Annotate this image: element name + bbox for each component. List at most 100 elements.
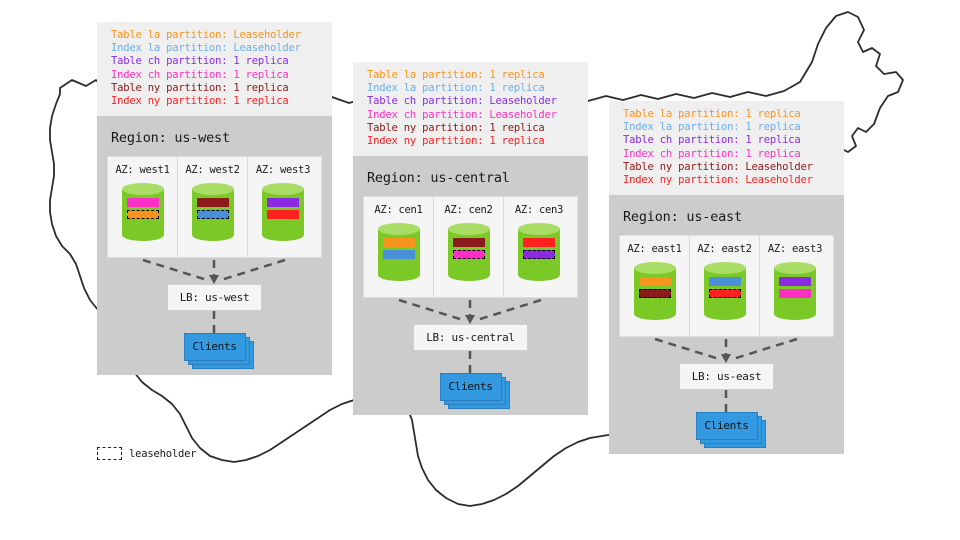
clients-label-us-central[interactable]: Clients	[439, 373, 502, 402]
replica-bar	[638, 277, 671, 287]
lb-wrap-us-central: LB: us-central	[363, 324, 578, 352]
diagram-canvas: Table la partition: Leaseholder Index la…	[0, 0, 960, 540]
clients-stack-us-west[interactable]: Clients	[183, 333, 254, 370]
region-panel-us-west: Region: us-west AZ: west1 AZ: west2 AZ: …	[97, 116, 332, 376]
lb-to-clients-connector-us-east	[724, 390, 728, 413]
database-cylinder-cen1[interactable]	[377, 223, 420, 282]
info-line-table-ch: Table ch partition: 1 replica	[623, 134, 801, 147]
clients-stack-us-east[interactable]: Clients	[695, 412, 766, 449]
cylinder-top	[447, 223, 490, 236]
replica-bar	[779, 289, 811, 299]
az-label-east3: AZ: east3	[767, 243, 823, 256]
replica-bars-cen3	[523, 238, 555, 262]
az-row-us-central: AZ: cen1 AZ: cen2 AZ: cen3	[363, 196, 578, 299]
replica-bars-west1	[126, 198, 159, 222]
load-balancer-us-central[interactable]: LB: us-central	[413, 324, 528, 352]
az-cell-west2[interactable]: AZ: west2	[178, 157, 248, 258]
cylinder-top	[377, 223, 420, 236]
cylinder-top	[703, 262, 746, 275]
az-label-cen2: AZ: cen2	[444, 204, 493, 217]
clients-label-us-west[interactable]: Clients	[183, 333, 246, 362]
replica-bar-leaseholder	[523, 250, 555, 260]
az-label-cen3: AZ: cen3	[514, 204, 564, 217]
region-panel-us-central: Region: us-central AZ: cen1 AZ: cen2 AZ:…	[353, 156, 588, 416]
legend-label: leaseholder	[129, 447, 197, 460]
database-cylinder-west1[interactable]	[121, 183, 164, 242]
info-line-table-ch: Table ch partition: Leaseholder	[367, 95, 557, 108]
az-label-east2: AZ: east2	[697, 243, 752, 256]
replica-bar-leaseholder	[638, 289, 671, 299]
info-line-table-la: Table la partition: 1 replica	[367, 69, 545, 81]
database-cylinder-cen3[interactable]	[518, 223, 560, 282]
lb-to-clients-connector-us-central	[468, 351, 472, 374]
dashed-rect-icon	[97, 447, 122, 460]
database-cylinder-east3[interactable]	[774, 262, 816, 321]
database-cylinder-east2[interactable]	[703, 262, 746, 321]
partition-info-panel-us-west: Table la partition: Leaseholder Index la…	[97, 22, 332, 117]
replica-bar-leaseholder	[452, 250, 485, 260]
replica-bar	[523, 238, 555, 248]
info-line-index-ch: Index ch partition: Leaseholder	[367, 108, 557, 121]
database-cylinder-cen2[interactable]	[447, 223, 490, 282]
az-to-lb-connectors-us-east	[654, 338, 798, 364]
info-line-table-ny: Table ny partition: Leaseholder	[623, 160, 813, 173]
info-line-index-la: Index la partition: Leaseholder	[111, 42, 301, 55]
lb-wrap-us-east: LB: us-east	[619, 363, 834, 391]
replica-bars-cen2	[452, 238, 485, 262]
replica-bar	[779, 277, 811, 287]
info-line-index-ny: Index ny partition: 1 replica	[367, 135, 545, 148]
az-cell-cen1[interactable]: AZ: cen1	[364, 197, 434, 298]
load-balancer-us-east[interactable]: LB: us-east	[678, 363, 775, 391]
region-title-us-central: Region: us-central	[367, 170, 510, 187]
replica-bar	[382, 250, 415, 260]
info-line-index-ch: Index ch partition: 1 replica	[623, 147, 801, 160]
database-cylinder-east1[interactable]	[633, 262, 676, 321]
az-label-cen1: AZ: cen1	[374, 204, 423, 217]
az-cell-east3[interactable]: AZ: east3	[760, 236, 830, 336]
region-title-us-west: Region: us-west	[111, 130, 230, 147]
replica-bar	[267, 210, 299, 220]
az-cell-cen3[interactable]: AZ: cen3	[504, 197, 574, 297]
replica-bars-west3	[267, 198, 299, 222]
clients-label-us-east[interactable]: Clients	[695, 412, 758, 441]
region-cluster-us-west: Table la partition: Leaseholder Index la…	[97, 22, 332, 376]
info-line-table-la: Table la partition: Leaseholder	[111, 29, 301, 41]
az-cell-cen2[interactable]: AZ: cen2	[434, 197, 504, 298]
replica-bars-cen1	[382, 238, 415, 262]
database-cylinder-west3[interactable]	[262, 183, 304, 242]
replica-bar	[452, 238, 485, 248]
az-cell-west1[interactable]: AZ: west1	[108, 157, 178, 258]
legend: leaseholder	[97, 447, 197, 460]
replica-bar-leaseholder	[196, 210, 229, 220]
az-label-west1: AZ: west1	[115, 164, 170, 177]
info-line-table-la: Table la partition: 1 replica	[623, 108, 801, 120]
region-cluster-us-east: Table la partition: 1 replica Index la p…	[609, 101, 844, 455]
az-to-lb-connectors-us-west	[142, 259, 286, 285]
replica-bars-east1	[638, 277, 671, 301]
clients-wrap-us-central: Clients	[363, 373, 578, 410]
replica-bars-west2	[196, 198, 229, 222]
az-cell-west3[interactable]: AZ: west3	[248, 157, 318, 257]
load-balancer-us-west[interactable]: LB: us-west	[166, 284, 263, 312]
az-label-east1: AZ: east1	[627, 243, 682, 256]
clients-stack-us-central[interactable]: Clients	[439, 373, 510, 410]
region-panel-us-east: Region: us-east AZ: east1 AZ: east2 AZ: …	[609, 195, 844, 455]
info-line-index-ny: Index ny partition: Leaseholder	[623, 174, 813, 187]
region-title-us-east: Region: us-east	[623, 209, 742, 226]
info-line-index-la: Index la partition: 1 replica	[367, 82, 545, 95]
info-line-table-ny: Table ny partition: 1 replica	[111, 81, 289, 94]
az-label-west3: AZ: west3	[255, 164, 311, 177]
replica-bar	[708, 277, 741, 287]
database-cylinder-west2[interactable]	[191, 183, 234, 242]
clients-wrap-us-west: Clients	[107, 333, 322, 370]
region-cluster-us-central: Table la partition: 1 replica Index la p…	[353, 62, 588, 416]
replica-bar-leaseholder	[126, 210, 159, 220]
az-cell-east2[interactable]: AZ: east2	[690, 236, 760, 337]
replica-bars-east2	[708, 277, 741, 301]
az-to-lb-connectors-us-central	[398, 299, 542, 325]
partition-info-panel-us-central: Table la partition: 1 replica Index la p…	[353, 62, 588, 157]
info-line-table-ny: Table ny partition: 1 replica	[367, 121, 545, 134]
lb-wrap-us-west: LB: us-west	[107, 284, 322, 312]
az-cell-east1[interactable]: AZ: east1	[620, 236, 690, 337]
info-line-table-ch: Table ch partition: 1 replica	[111, 55, 289, 68]
